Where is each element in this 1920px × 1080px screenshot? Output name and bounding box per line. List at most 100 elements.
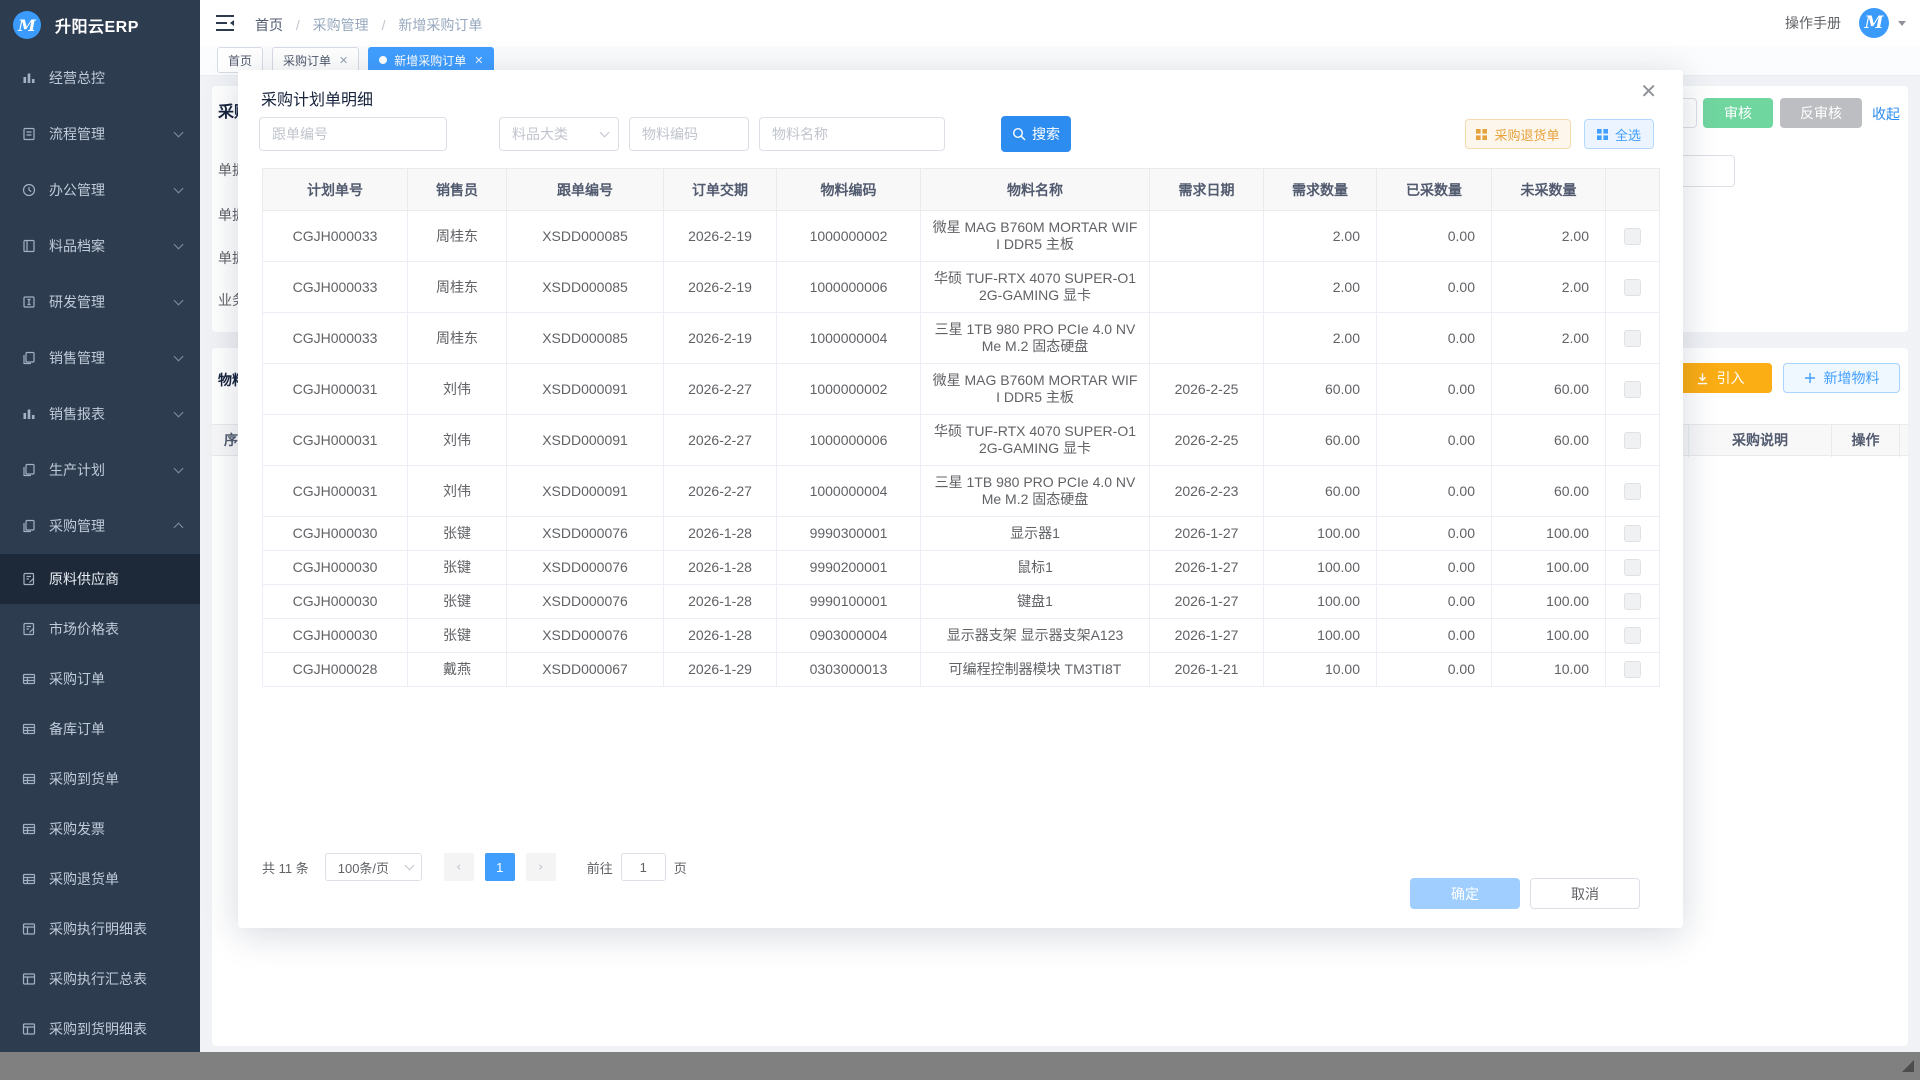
sidebar-subitem-4[interactable]: 采购到货单	[0, 754, 200, 804]
cell-order-no: XSDD000076	[507, 619, 664, 653]
cell-material-code: 1000000002	[777, 211, 921, 262]
resize-handle[interactable]	[1902, 1060, 1914, 1072]
breadcrumb-purchase[interactable]: 采购管理	[313, 17, 369, 33]
select-all-button[interactable]: 全选	[1584, 119, 1654, 149]
page-size-select[interactable]: 100条/页	[325, 853, 422, 881]
purchase-return-button[interactable]: 采购退货单	[1465, 119, 1571, 149]
sidebar-item-label: 料品档案	[49, 236, 105, 256]
collapse-link[interactable]: 收起	[1872, 104, 1900, 124]
sidebar-subitem-5[interactable]: 采购发票	[0, 804, 200, 854]
cell-material-code: 1000000004	[777, 466, 921, 517]
cell-unpurchased-qty: 60.00	[1492, 364, 1606, 415]
sidebar-item-1[interactable]: 流程管理	[0, 106, 200, 162]
table-row[interactable]: CGJH000033周桂东XSDD0000852026-2-1910000000…	[263, 262, 1660, 313]
table-icon	[21, 671, 37, 687]
sidebar-item-8[interactable]: 采购管理	[0, 498, 200, 554]
table-row[interactable]: CGJH000030张键XSDD0000762026-1-28999010000…	[263, 585, 1660, 619]
sidebar-subitem-8[interactable]: 采购执行汇总表	[0, 954, 200, 1004]
sidebar-subitem-6[interactable]: 采购退货单	[0, 854, 200, 904]
cell-demand-date: 2026-1-27	[1150, 517, 1264, 551]
table-row[interactable]: CGJH000031刘伟XSDD0000912026-2-27100000000…	[263, 466, 1660, 517]
avatar[interactable]: M	[1859, 8, 1889, 38]
audit-button[interactable]: 审核	[1703, 98, 1773, 128]
goto-page-input[interactable]	[621, 853, 666, 881]
breadcrumb-current: 新增采购订单	[398, 17, 482, 33]
breadcrumb-home[interactable]: 首页	[255, 17, 283, 33]
cell-material-code: 1000000002	[777, 364, 921, 415]
sidebar-item-3[interactable]: 料品档案	[0, 218, 200, 274]
table-row[interactable]: CGJH000030张键XSDD0000762026-1-28999030000…	[263, 517, 1660, 551]
table-row[interactable]: CGJH000031刘伟XSDD0000912026-2-27100000000…	[263, 364, 1660, 415]
cell-demand-qty: 100.00	[1264, 585, 1377, 619]
sidebar-item-label: 经营总控	[49, 68, 105, 88]
table-row[interactable]: CGJH000028戴燕XSDD0000672026-1-29030300001…	[263, 653, 1660, 687]
table-row[interactable]: CGJH000033周桂东XSDD0000852026-2-1910000000…	[263, 211, 1660, 262]
bg-form-label: 单据	[218, 205, 240, 225]
sidebar-subitem-3[interactable]: 备库订单	[0, 704, 200, 754]
add-material-button[interactable]: 新增物料	[1783, 363, 1900, 393]
row-checkbox[interactable]	[1624, 627, 1641, 644]
table-row[interactable]: CGJH000031刘伟XSDD0000912026-2-27100000000…	[263, 415, 1660, 466]
cell-demand-qty: 10.00	[1264, 653, 1377, 687]
sidebar-item-2[interactable]: 办公管理	[0, 162, 200, 218]
sidebar-subitem-2[interactable]: 采购订单	[0, 654, 200, 704]
material-name-input[interactable]	[759, 117, 945, 151]
sidebar-item-7[interactable]: 生产计划	[0, 442, 200, 498]
breadcrumb: 首页 / 采购管理 / 新增采购订单	[255, 15, 482, 35]
sidebar-item-4[interactable]: 研发管理	[0, 274, 200, 330]
table-header-row: 计划单号销售员跟单编号订单交期物料编码物料名称需求日期需求数量已采数量未采数量	[263, 169, 1660, 211]
sidebar-item-0[interactable]: 经营总控	[0, 50, 200, 106]
cancel-button[interactable]: 取消	[1530, 878, 1640, 909]
flow-icon	[21, 126, 37, 142]
chevron-down-icon	[174, 464, 184, 474]
row-checkbox[interactable]	[1624, 661, 1641, 678]
sidebar-subitem-1[interactable]: 市场价格表	[0, 604, 200, 654]
next-page-button[interactable]: ›	[526, 853, 556, 881]
unaudit-button[interactable]: 反审核	[1780, 98, 1862, 128]
cell-material-name: 华硕 TUF-RTX 4070 SUPER-O12G-GAMING 显卡	[921, 415, 1150, 466]
row-checkbox[interactable]	[1624, 483, 1641, 500]
prev-page-button[interactable]: ‹	[444, 853, 474, 881]
column-header: 未采数量	[1492, 169, 1606, 211]
table-row[interactable]: CGJH000033周桂东XSDD0000852026-2-1910000000…	[263, 313, 1660, 364]
row-checkbox[interactable]	[1624, 593, 1641, 610]
sidebar-item-6[interactable]: 销售报表	[0, 386, 200, 442]
page-number-button[interactable]: 1	[485, 853, 515, 881]
sidebar-subitem-7[interactable]: 采购执行明细表	[0, 904, 200, 954]
table-row[interactable]: CGJH000030张键XSDD0000762026-1-28090300000…	[263, 619, 1660, 653]
close-tab-icon[interactable]: ✕	[339, 54, 348, 67]
row-checkbox[interactable]	[1624, 279, 1641, 296]
cell-select	[1606, 585, 1660, 619]
sidebar-subitem-0[interactable]: 原料供应商	[0, 554, 200, 604]
table-icon	[21, 871, 37, 887]
close-tab-icon[interactable]: ✕	[474, 54, 483, 67]
cell-salesman: 周桂东	[408, 211, 507, 262]
close-icon[interactable]: ✕	[1640, 82, 1657, 102]
cell-plan-no: CGJH000030	[263, 551, 408, 585]
category-select[interactable]: 料品大类	[499, 117, 619, 151]
cell-plan-no: CGJH000031	[263, 415, 408, 466]
order-no-input[interactable]	[259, 117, 447, 151]
chevron-up-icon	[174, 523, 184, 533]
row-checkbox[interactable]	[1624, 330, 1641, 347]
confirm-button[interactable]: 确定	[1410, 878, 1520, 909]
row-checkbox[interactable]	[1624, 432, 1641, 449]
row-checkbox[interactable]	[1624, 525, 1641, 542]
table-row[interactable]: CGJH000030张键XSDD0000762026-1-28999020000…	[263, 551, 1660, 585]
row-checkbox[interactable]	[1624, 228, 1641, 245]
manual-link[interactable]: 操作手册	[1785, 13, 1841, 33]
chevron-down-icon[interactable]	[1898, 21, 1906, 26]
collapse-menu-icon[interactable]	[215, 14, 235, 32]
import-button[interactable]: 引入	[1668, 363, 1772, 393]
sidebar-item-5[interactable]: 销售管理	[0, 330, 200, 386]
row-checkbox[interactable]	[1624, 559, 1641, 576]
sidebar-subitem-9[interactable]: 采购到货明细表	[0, 1004, 200, 1052]
search-button[interactable]: 搜索	[1001, 116, 1071, 152]
material-code-input[interactable]	[629, 117, 749, 151]
cell-plan-no: CGJH000033	[263, 211, 408, 262]
cell-order-no: XSDD000067	[507, 653, 664, 687]
cell-demand-qty: 2.00	[1264, 313, 1377, 364]
cell-salesman: 刘伟	[408, 466, 507, 517]
cell-salesman: 张键	[408, 585, 507, 619]
row-checkbox[interactable]	[1624, 381, 1641, 398]
